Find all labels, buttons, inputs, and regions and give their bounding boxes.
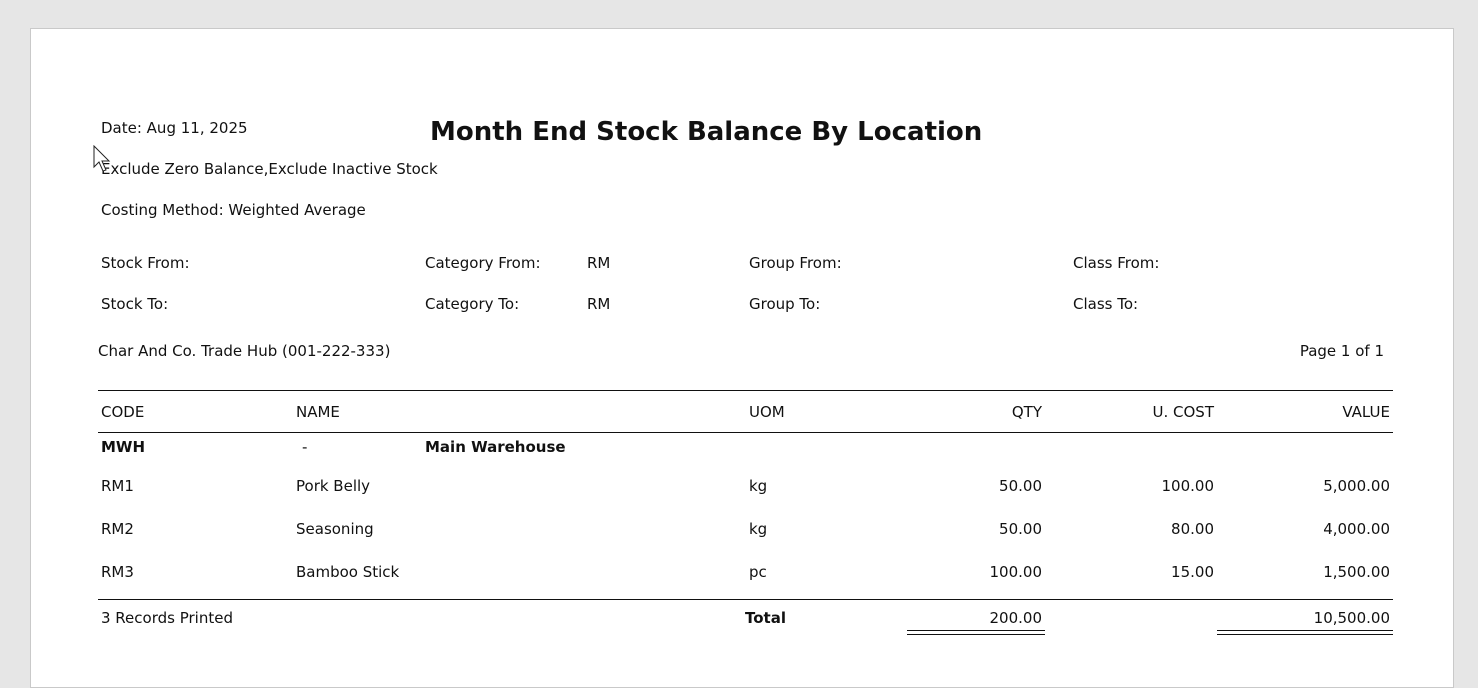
category-to-label: Category To:: [425, 295, 520, 313]
report-title: Month End Stock Balance By Location: [430, 117, 983, 147]
col-header-uom: UOM: [749, 403, 785, 421]
stock-from-label: Stock From:: [101, 254, 190, 272]
table-bottom-rule: [98, 599, 1393, 600]
row-value: 1,500.00: [1323, 563, 1390, 581]
total-qty: 200.00: [989, 609, 1043, 627]
stock-to-label: Stock To:: [101, 295, 169, 313]
total-label: Total: [745, 609, 786, 627]
row-qty: 50.00: [999, 520, 1042, 538]
records-printed: 3 Records Printed: [101, 609, 233, 627]
category-from-value: RM: [587, 254, 611, 272]
col-header-ucost: U. COST: [1152, 403, 1214, 421]
row-code: RM2: [101, 520, 134, 538]
location-separator: -: [302, 438, 308, 456]
total-qty-underline-2: [907, 634, 1045, 635]
table-header-rule: [98, 432, 1393, 433]
col-header-code: CODE: [101, 403, 145, 421]
row-ucost: 80.00: [1171, 520, 1214, 538]
group-to-label: Group To:: [749, 295, 821, 313]
row-ucost: 15.00: [1171, 563, 1214, 581]
col-header-qty: QTY: [1011, 403, 1042, 421]
mouse-pointer-icon: [93, 145, 111, 172]
row-value: 5,000.00: [1323, 477, 1390, 495]
company-name: Char And Co. Trade Hub (001-222-333): [98, 342, 391, 360]
row-qty: 50.00: [999, 477, 1042, 495]
row-ucost: 100.00: [1161, 477, 1215, 495]
row-qty: 100.00: [989, 563, 1043, 581]
row-uom: pc: [749, 563, 767, 581]
category-to-value: RM: [587, 295, 611, 313]
total-value-underline-1: [1217, 630, 1393, 631]
col-header-name: NAME: [296, 403, 340, 421]
table-top-rule: [98, 390, 1393, 391]
class-to-label: Class To:: [1073, 295, 1139, 313]
row-value: 4,000.00: [1323, 520, 1390, 538]
total-qty-underline-1: [907, 630, 1045, 631]
report-options: Exclude Zero Balance,Exclude Inactive St…: [101, 160, 438, 178]
class-from-label: Class From:: [1073, 254, 1160, 272]
row-uom: kg: [749, 477, 768, 495]
location-code: MWH: [101, 438, 146, 456]
costing-method: Costing Method: Weighted Average: [101, 201, 366, 219]
page-indicator: Page 1 of 1: [1299, 342, 1384, 360]
row-code: RM1: [101, 477, 134, 495]
row-name: Pork Belly: [296, 477, 371, 495]
row-name: Seasoning: [296, 520, 374, 538]
row-code: RM3: [101, 563, 134, 581]
group-from-label: Group From:: [749, 254, 842, 272]
total-value: 10,500.00: [1313, 609, 1390, 627]
total-value-underline-2: [1217, 634, 1393, 635]
row-uom: kg: [749, 520, 768, 538]
location-name: Main Warehouse: [425, 438, 566, 456]
category-from-label: Category From:: [425, 254, 541, 272]
row-name: Bamboo Stick: [296, 563, 400, 581]
report-date: Date: Aug 11, 2025: [101, 119, 248, 137]
col-header-value: VALUE: [1342, 403, 1390, 421]
